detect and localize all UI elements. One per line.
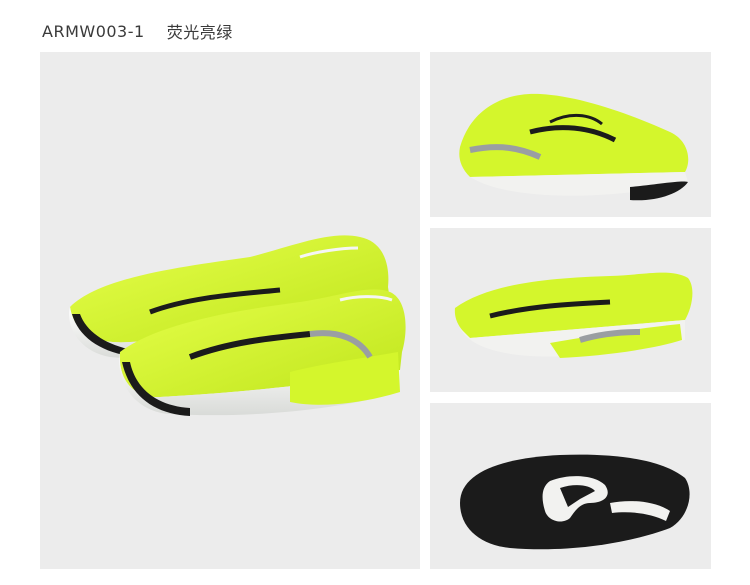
product-image-side-view[interactable] bbox=[430, 52, 711, 217]
product-color-name: 荧光亮绿 bbox=[166, 23, 233, 42]
product-sku: ARMW003-1 bbox=[42, 21, 145, 41]
shoe-sole-illustration bbox=[460, 454, 690, 550]
shoe-side-illustration bbox=[459, 93, 689, 201]
shoe-pair-illustration bbox=[69, 235, 406, 416]
shoe-front-illustration bbox=[454, 272, 693, 358]
product-image-main-pair[interactable] bbox=[40, 52, 420, 569]
product-header: ARMW003-1 荧光亮绿 bbox=[42, 18, 233, 44]
product-image-sole-view[interactable] bbox=[430, 403, 711, 569]
product-image-front-view[interactable] bbox=[430, 228, 711, 392]
